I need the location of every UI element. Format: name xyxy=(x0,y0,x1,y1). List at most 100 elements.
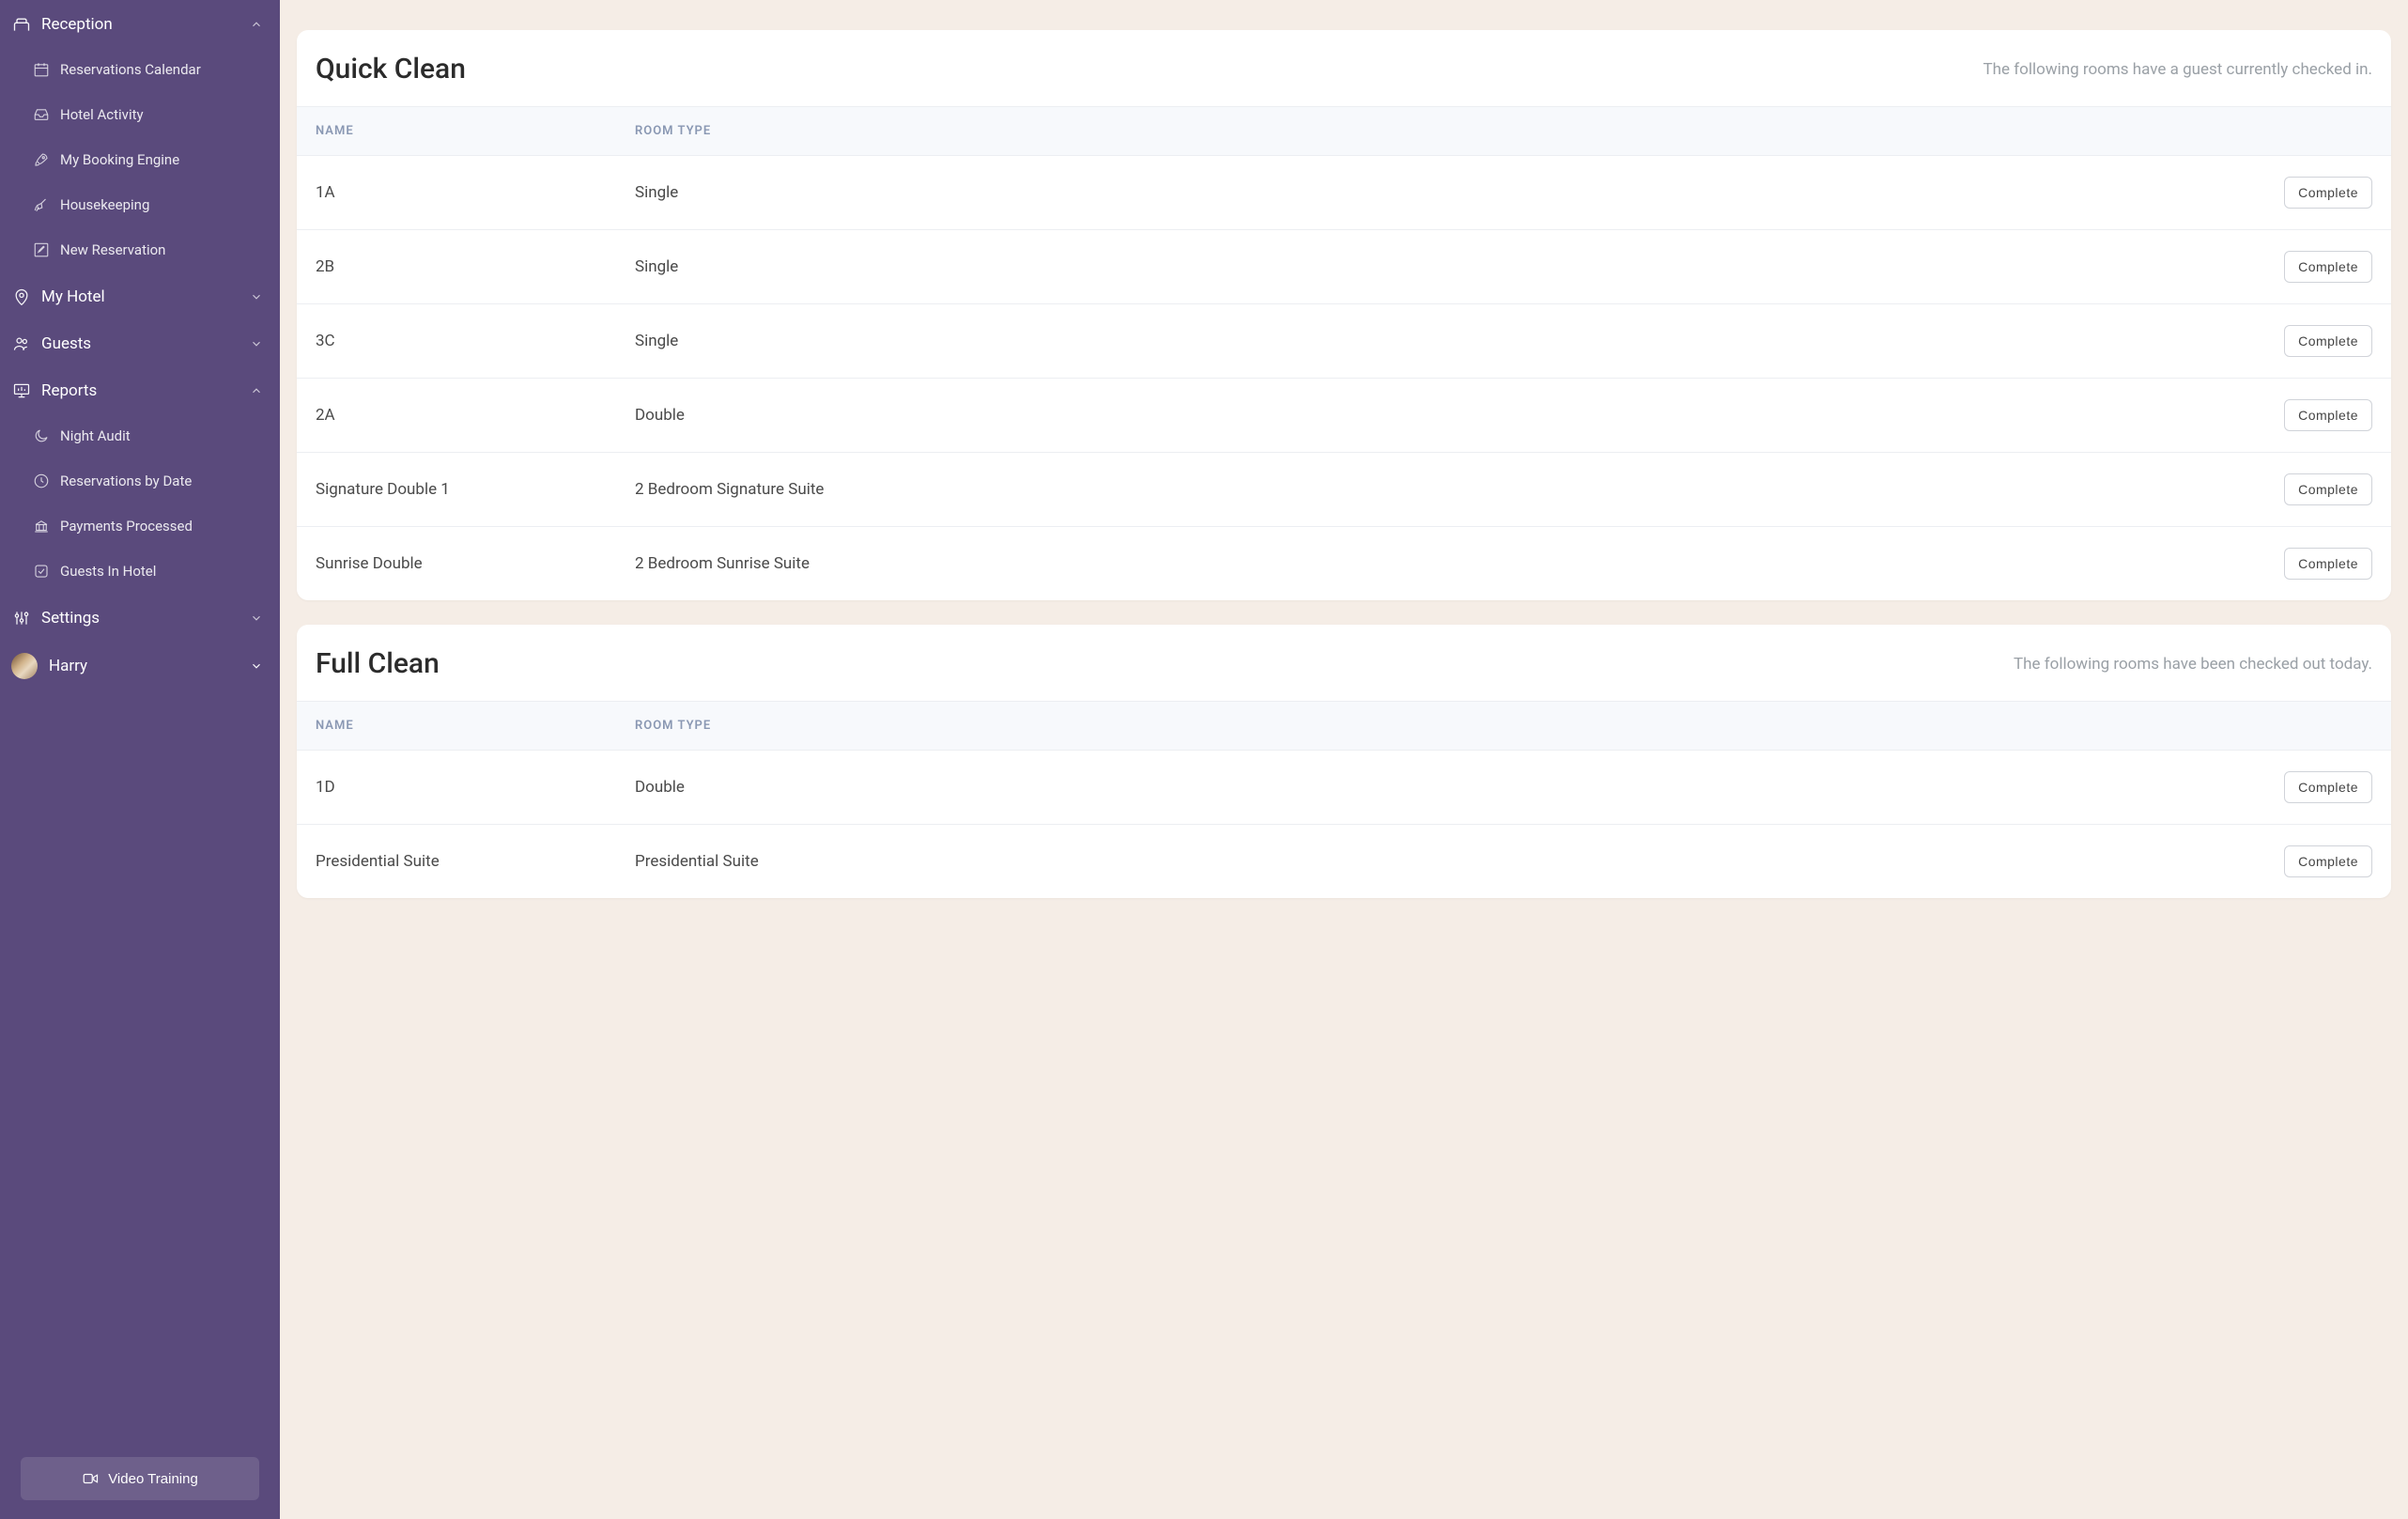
people-icon xyxy=(11,333,32,354)
sidebar-item-hotel-activity[interactable]: Hotel Activity xyxy=(19,92,280,137)
table-header: NAME ROOM TYPE xyxy=(297,701,2391,751)
sidebar-item-label: Reservations Calendar xyxy=(60,61,201,78)
bank-icon xyxy=(32,517,51,535)
cell-room-type: Presidential Suite xyxy=(635,852,2250,871)
table-body: 1ASingleComplete2BSingleComplete3CSingle… xyxy=(297,156,2391,600)
chevron-down-icon xyxy=(250,337,263,350)
user-name: Harry xyxy=(49,657,250,675)
table-row: 2BSingle Complete xyxy=(297,230,2391,304)
table-row: Sunrise Double2 Bedroom Sunrise Suite Com… xyxy=(297,527,2391,600)
complete-button[interactable]: Complete xyxy=(2284,473,2372,505)
complete-button[interactable]: Complete xyxy=(2284,399,2372,431)
chevron-up-icon xyxy=(250,18,263,31)
calendar-icon xyxy=(32,60,51,79)
table-row: 1DDoubleComplete xyxy=(297,751,2391,825)
nav-label: Reception xyxy=(41,15,250,34)
column-header-name: NAME xyxy=(316,124,635,138)
nav-header-settings[interactable]: Settings xyxy=(0,596,280,641)
complete-button[interactable]: Complete xyxy=(2284,177,2372,209)
sidebar-item-label: Guests In Hotel xyxy=(60,563,156,580)
nav-label: Settings xyxy=(41,609,250,628)
cell-room-name: Sunrise Double xyxy=(316,554,635,573)
clock-icon xyxy=(32,472,51,490)
cell-room-name: Signature Double 1 xyxy=(316,480,635,499)
video-icon xyxy=(82,1470,99,1487)
cell-room-type: Double xyxy=(635,778,2250,797)
chevron-down-icon xyxy=(250,290,263,303)
nav-section-my-hotel: My Hotel xyxy=(0,274,280,319)
sidebar-item-label: My Booking Engine xyxy=(60,151,179,168)
nav-label: My Hotel xyxy=(41,287,250,306)
sliders-icon xyxy=(11,608,32,628)
nav-section-reception: Reception Reservations Calendar Hotel Ac xyxy=(0,2,280,272)
nav-header-reception[interactable]: Reception xyxy=(0,2,280,47)
column-header-type: ROOM TYPE xyxy=(635,719,2250,733)
sidebar-item-guests-in-hotel[interactable]: Guests In Hotel xyxy=(19,549,280,594)
video-training-label: Video Training xyxy=(108,1471,198,1487)
complete-button[interactable]: Complete xyxy=(2284,548,2372,580)
nav-section-settings: Settings xyxy=(0,596,280,641)
cell-room-type: 2 Bedroom Sunrise Suite xyxy=(635,554,2250,573)
bed-icon xyxy=(11,14,32,35)
table-row: 3CSingle Complete xyxy=(297,304,2391,379)
edit-icon xyxy=(32,240,51,259)
card-subtitle: The following rooms have been checked ou… xyxy=(2014,655,2372,674)
cell-room-name: 1A xyxy=(316,183,635,202)
nav-header-my-hotel[interactable]: My Hotel xyxy=(0,274,280,319)
sidebar-item-reservations-by-date[interactable]: Reservations by Date xyxy=(19,458,280,504)
sidebar-item-housekeeping[interactable]: Housekeeping xyxy=(19,182,280,227)
table-row: 1ASingle Complete xyxy=(297,156,2391,230)
nav-section-guests: Guests xyxy=(0,321,280,366)
complete-button[interactable]: Complete xyxy=(2284,771,2372,803)
column-header-type: ROOM TYPE xyxy=(635,124,2250,138)
moon-icon xyxy=(32,426,51,445)
card-full-clean: Full Clean The following rooms have been… xyxy=(297,625,2391,898)
cell-room-type: Single xyxy=(635,332,2250,350)
sidebar-item-label: Reservations by Date xyxy=(60,473,192,489)
card-title: Quick Clean xyxy=(316,53,466,85)
sidebar-item-label: Night Audit xyxy=(60,427,131,444)
nav-label: Guests xyxy=(41,334,250,353)
video-training-button[interactable]: Video Training xyxy=(21,1457,259,1500)
column-header-name: NAME xyxy=(316,719,635,733)
sidebar-item-my-booking-engine[interactable]: My Booking Engine xyxy=(19,137,280,182)
sidebar-item-label: Hotel Activity xyxy=(60,106,144,123)
cell-room-name: 2B xyxy=(316,257,635,276)
cell-room-name: 2A xyxy=(316,406,635,425)
cell-room-type: Single xyxy=(635,257,2250,276)
table-header: NAME ROOM TYPE xyxy=(297,106,2391,156)
card-title: Full Clean xyxy=(316,647,440,680)
presentation-icon xyxy=(11,380,32,401)
chevron-down-icon xyxy=(250,659,263,673)
sidebar-item-payments-processed[interactable]: Payments Processed xyxy=(19,504,280,549)
card-quick-clean: Quick Clean The following rooms have a g… xyxy=(297,30,2391,600)
cell-room-type: Single xyxy=(635,183,2250,202)
complete-button[interactable]: Complete xyxy=(2284,845,2372,877)
sidebar-item-new-reservation[interactable]: New Reservation xyxy=(19,227,280,272)
user-menu[interactable]: Harry xyxy=(0,641,280,691)
broom-icon xyxy=(32,195,51,214)
check-square-icon xyxy=(32,562,51,581)
nav-label: Reports xyxy=(41,381,250,400)
table-body: 1DDoubleCompletePresidential SuitePresid… xyxy=(297,751,2391,898)
table-row: Signature Double 12 Bedroom Signature Su… xyxy=(297,453,2391,527)
cell-room-name: Presidential Suite xyxy=(316,852,635,871)
sidebar-item-night-audit[interactable]: Night Audit xyxy=(19,413,280,458)
cell-room-name: 3C xyxy=(316,332,635,350)
sidebar-footer: Video Training xyxy=(0,1444,280,1519)
table-row: Presidential SuitePresidential Suite Comp… xyxy=(297,825,2391,898)
complete-button[interactable]: Complete xyxy=(2284,325,2372,357)
card-subtitle: The following rooms have a guest current… xyxy=(1984,60,2372,79)
sidebar-item-label: New Reservation xyxy=(60,241,165,258)
cell-room-type: 2 Bedroom Signature Suite xyxy=(635,480,2250,499)
nav-header-guests[interactable]: Guests xyxy=(0,321,280,366)
sidebar-item-reservations-calendar[interactable]: Reservations Calendar xyxy=(19,47,280,92)
nav-header-reports[interactable]: Reports xyxy=(0,368,280,413)
nav-section-reports: Reports Night Audit Reservations by Date xyxy=(0,368,280,594)
chevron-up-icon xyxy=(250,384,263,397)
sidebar-item-label: Payments Processed xyxy=(60,518,193,535)
rocket-icon xyxy=(32,150,51,169)
complete-button[interactable]: Complete xyxy=(2284,251,2372,283)
sidebar: Reception Reservations Calendar Hotel Ac xyxy=(0,0,280,1519)
pin-icon xyxy=(11,287,32,307)
